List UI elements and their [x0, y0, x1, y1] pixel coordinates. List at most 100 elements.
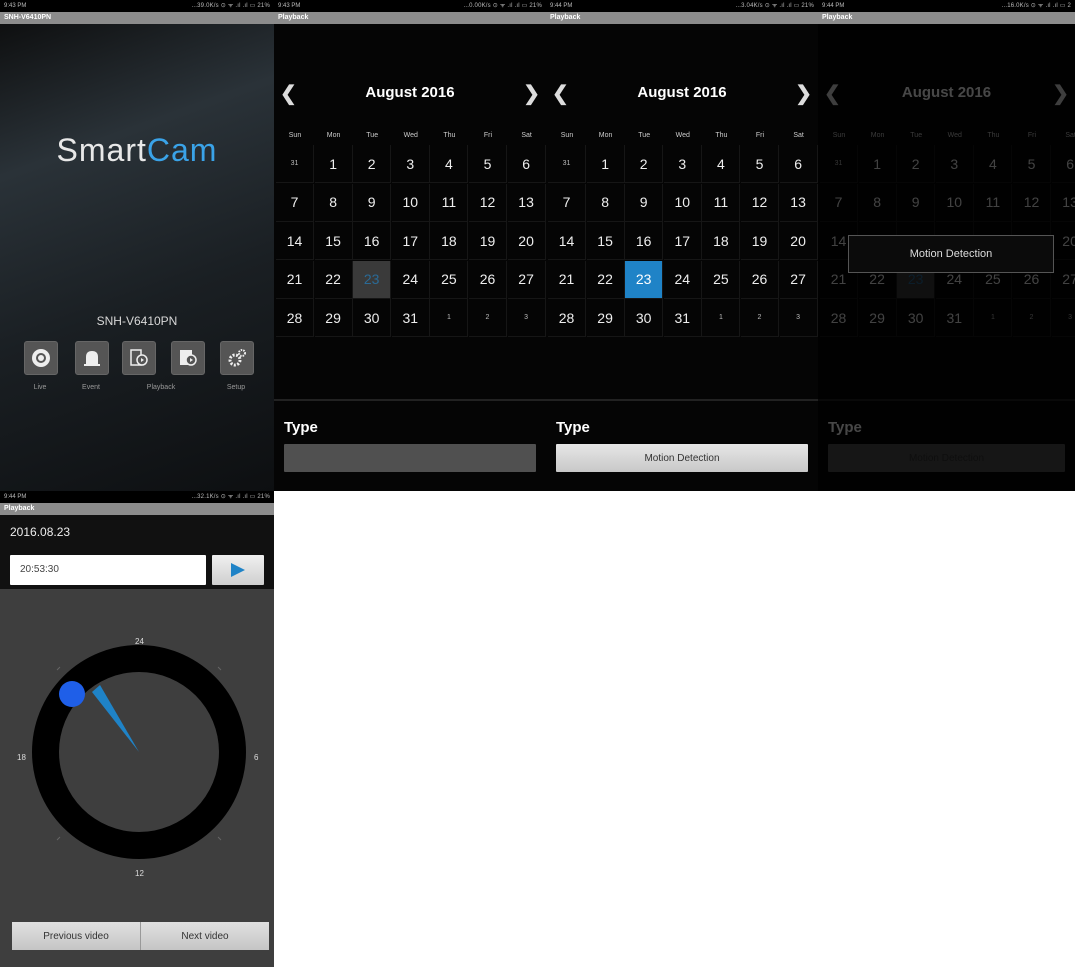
day-cell[interactable]: 12	[469, 183, 507, 222]
time-dial[interactable]	[0, 621, 274, 891]
day-cell[interactable]: 29	[314, 299, 353, 338]
logo-smart-text: Smart	[56, 132, 147, 168]
day-cell[interactable]: 9	[353, 183, 392, 222]
next-month-button[interactable]: ❯	[795, 81, 812, 106]
day-cell[interactable]: 16	[625, 222, 664, 261]
day-cell[interactable]: 31	[276, 145, 314, 183]
day-cell[interactable]: 5	[741, 145, 779, 183]
calendar-screen-1: 9:43 PM ...0.00K/s ⊙ ᯤ .ıl .ıl ▭ 21% Playb…	[274, 0, 546, 491]
day-cell[interactable]: 5	[469, 145, 507, 183]
play-button[interactable]	[212, 555, 264, 585]
day-cell[interactable]: 22	[314, 260, 353, 299]
day-cell[interactable]: 3	[391, 145, 430, 183]
day-cell[interactable]: 24	[663, 260, 702, 299]
day-cell[interactable]: 14	[548, 222, 586, 261]
day-cell[interactable]: 3	[507, 299, 546, 338]
day-cell[interactable]: 19	[741, 222, 779, 261]
day-cell[interactable]: 25	[702, 260, 741, 299]
day-cell[interactable]: 24	[391, 260, 430, 299]
day-cell[interactable]: 9	[625, 183, 664, 222]
time-input[interactable]: 20:53:30	[10, 555, 206, 585]
time-handle[interactable]	[59, 681, 85, 707]
day-cell[interactable]: 3	[779, 299, 818, 338]
status-icons: ...3.04K/s ⊙ ᯤ .ıl .ıl ▭ 21%	[735, 3, 814, 9]
day-cell[interactable]: 8	[314, 183, 353, 222]
day-cell[interactable]: 11	[430, 183, 469, 222]
day-cell[interactable]: 14	[276, 222, 314, 261]
day-cell[interactable]: 4	[702, 145, 741, 183]
dial-label-6: 6	[254, 753, 259, 762]
day-cell[interactable]: 3	[663, 145, 702, 183]
status-icons: ...0.00K/s ⊙ ᯤ .ıl .ıl ▭ 21%	[463, 3, 542, 9]
day-cell[interactable]: 31	[391, 299, 430, 338]
day-cell[interactable]: 23	[353, 260, 392, 299]
day-cell[interactable]: 13	[507, 183, 546, 222]
day-cell[interactable]: 6	[507, 145, 546, 183]
day-cell[interactable]: 31	[548, 145, 586, 183]
day-cell[interactable]: 28	[548, 299, 586, 338]
playback-button[interactable]	[171, 341, 205, 375]
day-cell[interactable]: 15	[586, 222, 625, 261]
next-video-button[interactable]: Next video	[140, 922, 269, 950]
day-cell[interactable]: 15	[314, 222, 353, 261]
status-icons: ...39.0K/s ⊙ ᯤ .ıl .ıl ▭ 21%	[191, 3, 270, 9]
day-cell[interactable]: 23	[625, 260, 664, 299]
day-cell[interactable]: 2	[625, 145, 664, 183]
day-cell[interactable]: 1	[430, 299, 469, 338]
live-button[interactable]	[24, 341, 58, 375]
status-time: 9:43 PM	[278, 3, 301, 9]
day-cell[interactable]: 8	[586, 183, 625, 222]
day-cell[interactable]: 11	[702, 183, 741, 222]
weekday-label: Sat	[793, 132, 804, 139]
day-cell[interactable]: 26	[741, 260, 779, 299]
event-button[interactable]	[75, 341, 109, 375]
day-cell[interactable]: 4	[430, 145, 469, 183]
day-cell[interactable]: 20	[779, 222, 818, 261]
day-cell[interactable]: 18	[430, 222, 469, 261]
day-cell[interactable]: 26	[469, 260, 507, 299]
day-cell[interactable]: 29	[586, 299, 625, 338]
day-cell[interactable]: 27	[779, 260, 818, 299]
gear-icon	[228, 349, 246, 367]
day-cell[interactable]: 20	[507, 222, 546, 261]
day-cell[interactable]: 30	[353, 299, 392, 338]
day-cell[interactable]: 21	[276, 260, 314, 299]
day-cell[interactable]: 17	[391, 222, 430, 261]
previous-video-button[interactable]: Previous video	[12, 922, 140, 950]
status-icons: ...16.0K/s ⊙ ᯤ .ıl .ıl ▭ 2	[1001, 3, 1071, 9]
type-selector[interactable]: Motion Detection	[556, 444, 808, 472]
day-cell[interactable]: 2	[741, 299, 779, 338]
setup-button[interactable]	[220, 341, 254, 375]
day-cell[interactable]: 2	[353, 145, 392, 183]
weekday-label: Tue	[638, 132, 651, 139]
day-cell[interactable]: 12	[741, 183, 779, 222]
playback-file-icon	[180, 350, 197, 366]
day-cell[interactable]: 25	[430, 260, 469, 299]
day-cell[interactable]: 6	[779, 145, 818, 183]
day-cell[interactable]: 22	[586, 260, 625, 299]
day-cell[interactable]: 17	[663, 222, 702, 261]
day-cell[interactable]: 27	[507, 260, 546, 299]
day-cell[interactable]: 2	[469, 299, 507, 338]
day-cell[interactable]: 30	[625, 299, 664, 338]
day-cell[interactable]: 13	[779, 183, 818, 222]
day-cell[interactable]: 10	[663, 183, 702, 222]
day-cell[interactable]: 18	[702, 222, 741, 261]
day-cell[interactable]: 28	[276, 299, 314, 338]
day-cell[interactable]: 19	[469, 222, 507, 261]
day-cell[interactable]: 1	[586, 145, 625, 183]
status-time: 9:43 PM	[4, 3, 27, 9]
day-cell[interactable]: 7	[276, 183, 314, 222]
day-cell[interactable]: 31	[663, 299, 702, 338]
day-cell[interactable]: 21	[548, 260, 586, 299]
type-selector[interactable]	[284, 444, 536, 472]
status-time: 9:44 PM	[4, 494, 27, 500]
day-cell[interactable]: 16	[353, 222, 392, 261]
next-month-button[interactable]: ❯	[523, 81, 540, 106]
type-option-motion-detection[interactable]: Motion Detection	[848, 235, 1054, 273]
day-cell[interactable]: 7	[548, 183, 586, 222]
day-cell[interactable]: 10	[391, 183, 430, 222]
day-cell[interactable]: 1	[702, 299, 741, 338]
playback-local-button[interactable]	[122, 341, 156, 375]
day-cell[interactable]: 1	[314, 145, 353, 183]
